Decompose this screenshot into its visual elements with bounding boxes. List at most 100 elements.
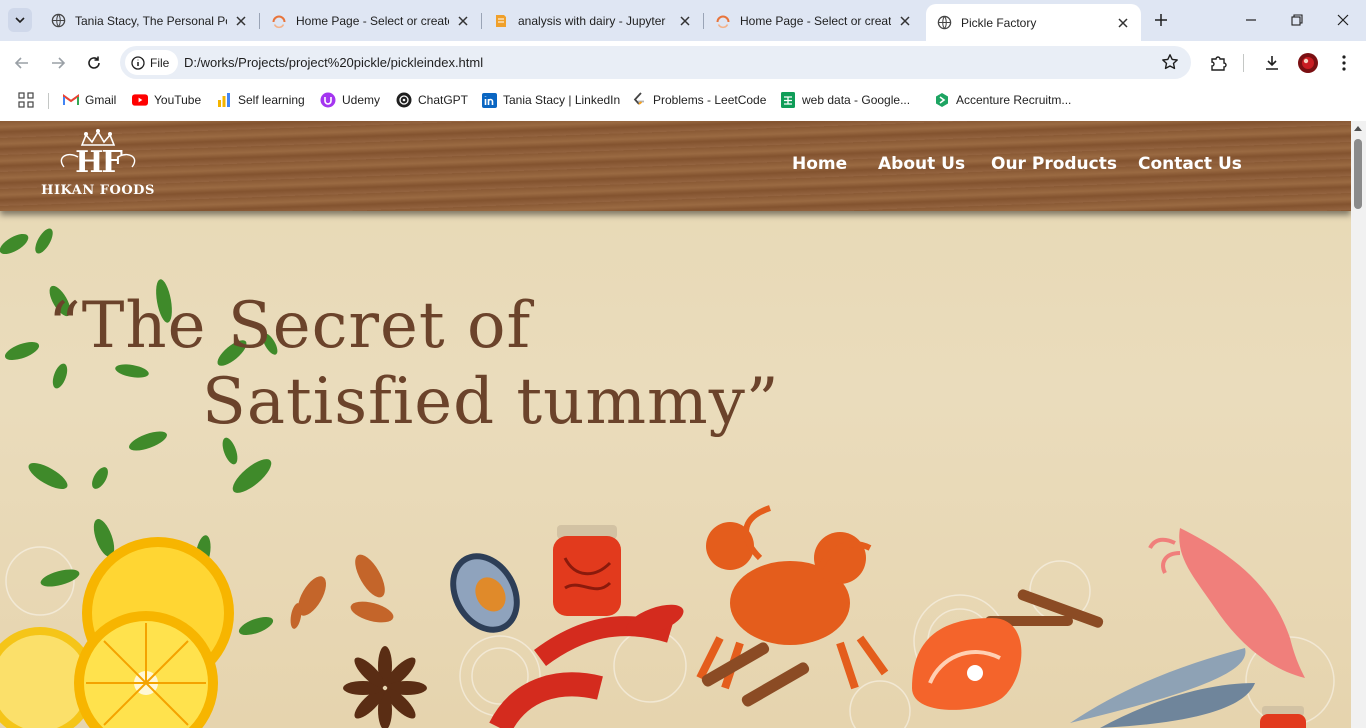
downloads-button[interactable] — [1258, 49, 1286, 77]
bookmark-gmail[interactable]: Gmail — [63, 91, 116, 109]
bar-chart-icon — [216, 92, 232, 108]
puzzle-icon — [1209, 54, 1227, 72]
nav-products-link[interactable]: Our Products — [991, 154, 1117, 174]
extensions-button[interactable] — [1204, 49, 1232, 77]
chatgpt-icon — [396, 92, 412, 108]
globe-icon — [50, 13, 66, 29]
bookmarks-bar: Gmail YouTube Self learning Udemy ChatGP… — [0, 85, 1366, 115]
plus-icon — [1154, 13, 1168, 27]
profile-button[interactable] — [1294, 49, 1322, 77]
tab-3[interactable]: analysis with dairy - Jupyter — [483, 6, 704, 35]
tab-title: Home Page - Select or create — [296, 13, 449, 28]
window-close-button[interactable] — [1320, 0, 1366, 40]
tab-1[interactable]: Tania Stacy, The Personal Por — [40, 6, 260, 35]
close-icon[interactable] — [1115, 15, 1131, 31]
almonds — [290, 554, 394, 629]
lemon-slices — [0, 537, 234, 728]
hikan-foods-logo[interactable]: HF HIKAN FOODS — [34, 127, 162, 201]
mussel — [450, 553, 520, 633]
new-tab-button[interactable] — [1149, 8, 1173, 32]
reload-icon — [86, 55, 102, 71]
tab-title: analysis with dairy - Jupyter — [518, 13, 666, 28]
logo-monogram: HF — [75, 145, 123, 180]
globe-icon — [936, 15, 952, 31]
info-icon — [131, 55, 150, 70]
bookmark-label: Accenture Recruitm... — [956, 93, 1072, 107]
vertical-scrollbar[interactable] — [1351, 121, 1366, 728]
lobster — [489, 604, 684, 728]
avatar — [1297, 52, 1319, 74]
bookmark-label: Tania Stacy | LinkedIn — [503, 93, 621, 107]
tab-title: Home Page - Select or create — [740, 13, 891, 28]
bookmarks-divider — [48, 93, 49, 109]
fish — [1070, 648, 1255, 728]
bookmark-linkedin[interactable]: Tania Stacy | LinkedIn — [481, 91, 620, 109]
bookmark-star-icon[interactable] — [1161, 53, 1179, 71]
sheets-icon — [780, 92, 796, 108]
close-icon[interactable] — [455, 13, 471, 29]
gmail-icon — [63, 92, 79, 108]
star-anise — [343, 646, 427, 728]
apps-grid-icon — [18, 92, 34, 108]
tab-search-button[interactable] — [8, 8, 32, 32]
scrollbar-thumb[interactable] — [1354, 139, 1362, 209]
address-bar[interactable]: File D:/works/Projects/project%20pickle/… — [120, 46, 1191, 79]
site-header: HF HIKAN FOODS Home About Us Our Product… — [0, 121, 1351, 211]
notebook-icon — [493, 13, 509, 29]
nav-contact-link[interactable]: Contact Us — [1138, 154, 1242, 174]
hero-quote-line-1: “The Secret of — [48, 289, 532, 363]
site-info-chip[interactable]: File — [125, 50, 179, 75]
close-icon[interactable] — [677, 13, 693, 29]
bookmark-leetcode[interactable]: Problems - LeetCode — [631, 91, 766, 109]
loading-ring-icon — [715, 13, 731, 29]
close-icon[interactable] — [897, 13, 913, 29]
forward-button[interactable] — [44, 49, 72, 77]
salmon-steak — [912, 618, 1022, 710]
back-arrow-icon — [14, 55, 30, 71]
apps-button[interactable] — [18, 91, 34, 109]
bookmark-youtube[interactable]: YouTube — [132, 91, 201, 109]
pickle-jar — [553, 525, 621, 616]
linkedin-icon — [481, 92, 497, 108]
tab-4[interactable]: Home Page - Select or create — [705, 6, 923, 35]
scroll-up-arrow-icon[interactable] — [1354, 125, 1362, 131]
nav-about-link[interactable]: About Us — [878, 154, 965, 174]
chevron-down-icon — [14, 14, 26, 26]
bookmark-label: Self learning — [238, 93, 305, 107]
close-icon[interactable] — [233, 13, 249, 29]
back-button[interactable] — [8, 49, 36, 77]
bookmark-accenture[interactable]: Accenture Recruitm... — [934, 91, 1071, 109]
tab-strip: Tania Stacy, The Personal Por Home Page … — [0, 0, 1366, 41]
bookmark-chatgpt[interactable]: ChatGPT — [396, 91, 468, 109]
bookmark-self-learning[interactable]: Self learning — [216, 91, 305, 109]
tab-5-active[interactable]: Pickle Factory — [926, 4, 1141, 41]
kebab-menu-icon — [1342, 55, 1346, 71]
restore-button[interactable] — [1274, 0, 1320, 40]
small-jar — [1260, 706, 1306, 728]
browser-toolbar: File D:/works/Projects/project%20pickle/… — [0, 41, 1366, 85]
loading-ring-icon — [271, 13, 287, 29]
bookmark-label: Problems - LeetCode — [653, 93, 767, 107]
page-viewport: “The Secret of Satisfied tummy” HF HIKAN… — [0, 121, 1351, 728]
youtube-icon — [132, 92, 148, 108]
reload-button[interactable] — [80, 49, 108, 77]
url-text[interactable]: D:/works/Projects/project%20pickle/pickl… — [184, 55, 483, 70]
bookmark-label: web data - Google... — [802, 93, 911, 107]
tab-2[interactable]: Home Page - Select or create — [261, 6, 482, 35]
leetcode-icon — [631, 92, 647, 108]
hero-quote-line-2: Satisfied tummy” — [202, 365, 780, 439]
bookmark-label: YouTube — [154, 93, 202, 107]
site-info-label: File — [150, 55, 170, 70]
menu-button[interactable] — [1330, 49, 1358, 77]
bookmark-label: ChatGPT — [418, 93, 469, 107]
bookmark-web-data[interactable]: web data - Google... — [780, 91, 910, 109]
nav-home-link[interactable]: Home — [792, 154, 847, 174]
minimize-button[interactable] — [1228, 0, 1274, 40]
udemy-icon — [320, 92, 336, 108]
minimize-icon — [1245, 14, 1257, 26]
forward-arrow-icon — [50, 55, 66, 71]
bookmark-udemy[interactable]: Udemy — [320, 91, 380, 109]
crab — [696, 505, 889, 690]
close-icon — [1337, 14, 1349, 26]
bookmark-label: Gmail — [85, 93, 117, 107]
